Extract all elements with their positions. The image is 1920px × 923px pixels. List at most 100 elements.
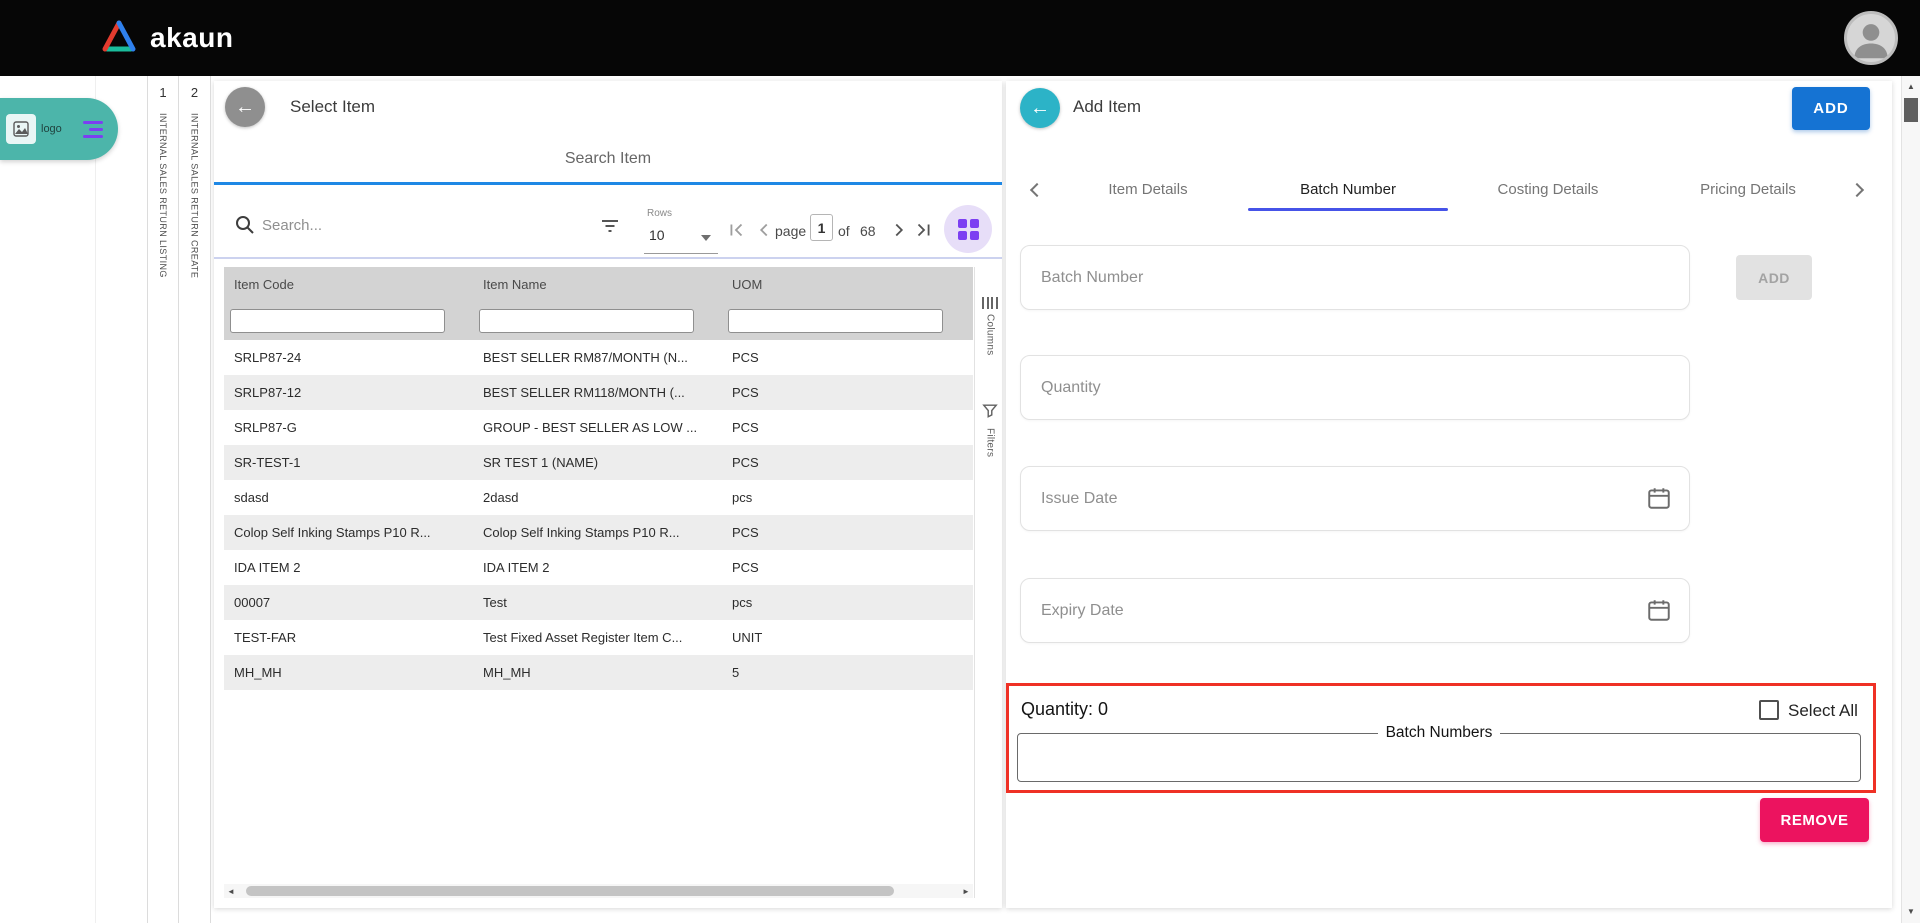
user-avatar[interactable] [1844, 11, 1898, 65]
expiry-date-field[interactable]: Expiry Date [1020, 578, 1690, 643]
tab-costing-details[interactable]: Costing Details [1448, 169, 1648, 211]
table-cell: BEST SELLER RM118/MONTH (... [473, 375, 722, 410]
sidebar-logo-toggle[interactable]: logo [0, 98, 118, 160]
tab-indicator [214, 182, 1002, 185]
table-row[interactable]: Colop Self Inking Stamps P10 R...Colop S… [224, 515, 973, 550]
akaun-logo-icon [100, 19, 138, 58]
table-cell: pcs [722, 585, 973, 620]
issue-date-field[interactable]: Issue Date [1020, 466, 1690, 531]
filter-list-icon[interactable] [598, 214, 622, 243]
module-tab-label: INTERNAL SALES RETURN CREATE [190, 113, 200, 278]
filter-input-item-code[interactable] [230, 309, 445, 333]
search-icon [234, 214, 256, 241]
table-cell: 00007 [224, 585, 473, 620]
last-page-button[interactable] [913, 219, 935, 241]
view-grid-button[interactable] [944, 205, 992, 253]
calendar-icon[interactable] [1646, 597, 1672, 623]
panel-title: Select Item [290, 97, 375, 117]
remove-button[interactable]: REMOVE [1760, 798, 1869, 842]
table-cell: PCS [722, 410, 973, 445]
scroll-down-icon[interactable]: ▼ [1902, 903, 1920, 921]
item-table: Item Code Item Name UOM SRLP87-24BEST SE… [224, 267, 973, 690]
next-page-button[interactable] [888, 219, 910, 241]
current-page-input[interactable]: 1 [810, 214, 833, 241]
rows-per-page-select[interactable]: 10 [649, 227, 665, 243]
prev-page-button[interactable] [753, 219, 775, 241]
batch-numbers-fieldset: Batch Numbers [1017, 724, 1861, 782]
columns-label: Columns [985, 314, 996, 356]
column-header-uom[interactable]: UOM [722, 267, 973, 302]
module-tab-create[interactable]: 2 INTERNAL SALES RETURN CREATE [179, 76, 210, 923]
tab-search-item[interactable]: Search Item [214, 150, 1002, 168]
back-button[interactable]: ← [225, 87, 265, 127]
table-cell: SR-TEST-1 [224, 445, 473, 480]
vertical-scrollbar[interactable]: ▲ ▼ [1901, 76, 1920, 923]
table-row[interactable]: SRLP87-GGROUP - BEST SELLER AS LOW ...PC… [224, 410, 973, 445]
scrollbar-thumb[interactable] [1904, 98, 1918, 122]
horizontal-scrollbar[interactable]: ◄ ► [224, 884, 973, 898]
calendar-icon[interactable] [1646, 485, 1672, 511]
table-cell: sdasd [224, 480, 473, 515]
filter-input-item-name[interactable] [479, 309, 694, 333]
add-batch-button[interactable]: ADD [1736, 255, 1812, 300]
module-tab-listing[interactable]: 1 INTERNAL SALES RETURN LISTING [148, 76, 179, 923]
scrollbar-thumb[interactable] [246, 886, 894, 896]
menu-toggle-icon[interactable] [83, 121, 103, 138]
search-input[interactable] [262, 210, 592, 240]
tabs-scroll-right-button[interactable] [1844, 177, 1870, 203]
tab-pricing-details[interactable]: Pricing Details [1648, 169, 1848, 211]
column-header-item-name[interactable]: Item Name [473, 267, 722, 302]
table-row[interactable]: SR-TEST-1SR TEST 1 (NAME)PCS [224, 445, 973, 480]
table-cell: Colop Self Inking Stamps P10 R... [224, 515, 473, 550]
chevron-left-icon [1030, 183, 1044, 197]
table-cell: MH_MH [224, 655, 473, 690]
module-tab-number: 1 [159, 85, 166, 111]
table-row[interactable]: IDA ITEM 2IDA ITEM 2PCS [224, 550, 973, 585]
quantity-status: Quantity: 0 [1021, 699, 1108, 720]
table-row[interactable]: MH_MHMH_MH5 [224, 655, 973, 690]
table-cell: PCS [722, 550, 973, 585]
table-side-divider [974, 267, 975, 898]
chevron-down-icon[interactable] [701, 235, 711, 241]
tab-item-details[interactable]: Item Details [1048, 169, 1248, 211]
scrollbar-track[interactable] [238, 884, 959, 898]
brand-name: akaun [150, 22, 233, 54]
table-cell: BEST SELLER RM87/MONTH (N... [473, 340, 722, 375]
select-all-label[interactable]: Select All [1788, 701, 1858, 721]
arrow-back-icon: ← [1030, 97, 1050, 120]
broken-image-icon [6, 114, 36, 144]
select-item-panel: ← Select Item Search Item Rows 10 page 1… [214, 81, 1002, 908]
active-tab-indicator [1248, 208, 1448, 211]
batch-numbers-highlight-section: Quantity: 0 Select All Batch Numbers [1006, 683, 1876, 793]
table-row[interactable]: SRLP87-24BEST SELLER RM87/MONTH (N...PCS [224, 340, 973, 375]
add-item-button[interactable]: ADD [1792, 87, 1870, 130]
back-button[interactable]: ← [1020, 88, 1060, 128]
filters-button[interactable]: Filters [978, 403, 1002, 457]
arrow-back-icon: ← [235, 96, 255, 119]
table-row[interactable]: 00007Testpcs [224, 585, 973, 620]
tabs-scroll-left-button[interactable] [1024, 177, 1050, 203]
scroll-right-icon[interactable]: ► [959, 887, 973, 896]
first-page-button[interactable] [725, 219, 747, 241]
table-cell: SRLP87-24 [224, 340, 473, 375]
column-header-item-code[interactable]: Item Code [224, 267, 473, 302]
table-row[interactable]: SRLP87-12BEST SELLER RM118/MONTH (...PCS [224, 375, 973, 410]
scroll-up-icon[interactable]: ▲ [1902, 78, 1920, 96]
sidebar [0, 76, 96, 923]
table-cell: PCS [722, 340, 973, 375]
filter-input-uom[interactable] [728, 309, 943, 333]
columns-button[interactable]: Columns [978, 297, 1002, 356]
table-row[interactable]: sdasd2dasdpcs [224, 480, 973, 515]
tab-batch-number[interactable]: Batch Number [1248, 169, 1448, 211]
table-row[interactable]: TEST-FARTest Fixed Asset Register Item C… [224, 620, 973, 655]
quantity-field[interactable]: Quantity [1020, 355, 1690, 420]
brand-logo[interactable]: akaun [100, 0, 233, 76]
table-cell: SRLP87-12 [224, 375, 473, 410]
batch-number-field[interactable]: Batch Number [1020, 245, 1690, 310]
top-bar: akaun [0, 0, 1920, 76]
select-all-checkbox[interactable] [1759, 700, 1779, 720]
batch-numbers-legend: Batch Numbers [1378, 724, 1501, 742]
table-cell: UNIT [722, 620, 973, 655]
table-header-row: Item Code Item Name UOM [224, 267, 973, 302]
scroll-left-icon[interactable]: ◄ [224, 887, 238, 896]
